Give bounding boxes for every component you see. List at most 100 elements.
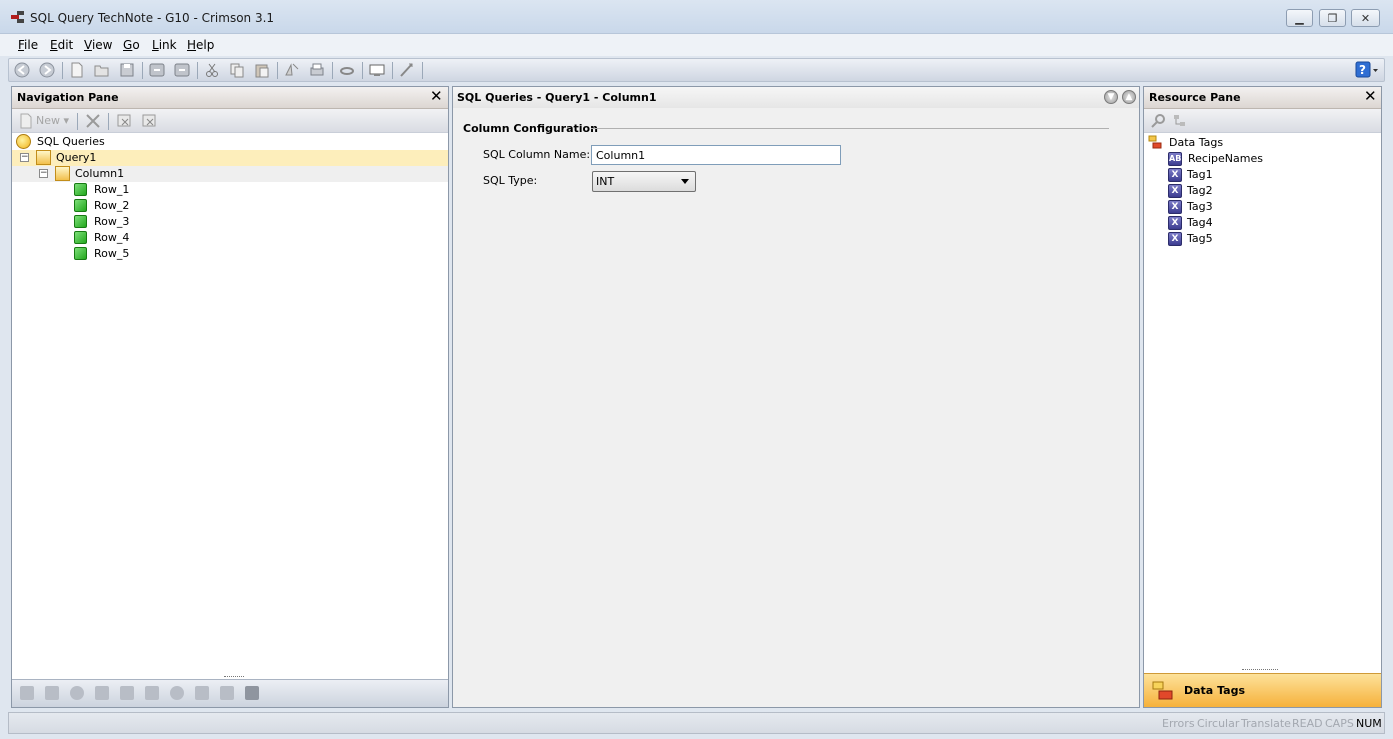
close-window-button[interactable]: ✕	[1351, 9, 1380, 27]
navigation-tree: SQL Queries − Query1 − Column1 Row_1 Row…	[12, 134, 448, 676]
tree-view-icon[interactable]	[1172, 113, 1188, 129]
splitter-grip[interactable]	[224, 676, 244, 679]
new-file-icon[interactable]	[68, 62, 86, 78]
restore-icon: ❐	[1327, 12, 1338, 25]
tree-item-tag[interactable]: X Tag4	[1144, 215, 1381, 231]
menu-help[interactable]: Help	[187, 38, 214, 52]
help-dropdown-icon[interactable]: ?	[1355, 61, 1379, 79]
control-icon[interactable]	[220, 686, 234, 700]
toolbar-separator	[422, 62, 423, 79]
new-item-icon	[20, 113, 32, 129]
toolbar-separator	[62, 62, 63, 79]
navigation-pane: Navigation Pane ✕ New ▾ SQL Queries − Qu…	[11, 86, 449, 708]
cut-icon[interactable]	[203, 62, 221, 78]
menu-link[interactable]: Link	[152, 38, 177, 52]
display-pages-icon[interactable]	[145, 686, 159, 700]
tree-item-row[interactable]: Row_2	[12, 198, 448, 214]
toolbar-separator	[197, 62, 198, 79]
security-icon[interactable]	[170, 686, 184, 700]
splitter-grip[interactable]	[1242, 669, 1278, 672]
tree-item-tag[interactable]: X Tag3	[1144, 199, 1381, 215]
tree-item-label: Row_3	[94, 215, 130, 228]
maximize-button[interactable]: ❐	[1319, 9, 1346, 27]
back-icon[interactable]	[13, 62, 31, 78]
web-server-icon[interactable]	[95, 686, 109, 700]
collapse-toggle-icon[interactable]: −	[20, 153, 29, 162]
tree-item-column1[interactable]: − Column1	[12, 166, 448, 182]
data-tags-icon[interactable]	[45, 686, 59, 700]
chevron-down-icon	[681, 179, 689, 184]
collapse-toggle-icon[interactable]: −	[39, 169, 48, 178]
data-tags-tab-icon	[1152, 681, 1173, 700]
previous-item-icon[interactable]: ▲	[1122, 90, 1136, 104]
copy-icon[interactable]	[228, 62, 246, 78]
tree-item-query1[interactable]: − Query1	[12, 150, 448, 166]
menu-go[interactable]: Go	[123, 38, 140, 52]
tree-item-label: SQL Queries	[37, 135, 105, 148]
find-icon[interactable]	[283, 62, 301, 78]
row-cube-icon	[74, 215, 87, 228]
undo-icon[interactable]	[148, 62, 166, 78]
tree-item-label: Tag3	[1187, 200, 1213, 213]
communications-icon[interactable]	[20, 686, 34, 700]
redo-icon[interactable]	[173, 62, 191, 78]
save-icon[interactable]	[118, 62, 136, 78]
tree-item-label: Row_5	[94, 247, 130, 260]
display-icon[interactable]	[368, 62, 386, 78]
column-icon	[55, 166, 70, 181]
tree-item-row[interactable]: Row_1	[12, 182, 448, 198]
tree-item-row[interactable]: Row_5	[12, 246, 448, 262]
tree-item-row[interactable]: Row_3	[12, 214, 448, 230]
tree-item-label: Row_2	[94, 199, 130, 212]
toolbar: ?	[8, 58, 1385, 82]
minimize-icon: ▁	[1295, 12, 1304, 25]
toolbar-separator	[277, 62, 278, 79]
tree-item-sql-queries[interactable]: SQL Queries	[12, 134, 448, 150]
tree-item-tag[interactable]: AB RecipeNames	[1144, 151, 1381, 167]
menu-bar: File Edit View Go Link Help	[0, 34, 1393, 56]
data-tags-folder-icon	[1148, 135, 1162, 149]
menu-go-mnemonic: G	[123, 38, 133, 52]
sql-sync-icon[interactable]	[195, 686, 209, 700]
row-cube-icon	[74, 231, 87, 244]
new-dropdown[interactable]: New ▾	[36, 114, 69, 127]
close-pane-icon[interactable]: ✕	[1364, 89, 1377, 104]
menu-file[interactable]: File	[18, 38, 38, 52]
print-icon[interactable]	[308, 62, 326, 78]
next-item-icon[interactable]: ▼	[1104, 90, 1118, 104]
programs-icon[interactable]	[70, 686, 84, 700]
menu-help-label: elp	[196, 38, 215, 52]
minimize-button[interactable]: ▁	[1286, 9, 1313, 27]
delete-icon[interactable]	[84, 112, 102, 130]
link-icon[interactable]	[338, 62, 356, 78]
navigation-category-bar	[12, 676, 448, 707]
menu-view[interactable]: View	[84, 38, 112, 52]
menu-edit[interactable]: Edit	[50, 38, 73, 52]
data-logger-icon[interactable]	[120, 686, 134, 700]
tree-item-tag[interactable]: X Tag5	[1144, 231, 1381, 247]
expand-all-icon[interactable]	[141, 113, 159, 129]
search-icon[interactable]	[1150, 113, 1166, 129]
editor-header: SQL Queries - Query1 - Column1 ▼ ▲	[453, 87, 1139, 108]
open-folder-icon[interactable]	[93, 62, 111, 78]
tree-item-label: Data Tags	[1169, 136, 1224, 149]
toolbar-separator	[142, 62, 143, 79]
tree-item-tag[interactable]: X Tag2	[1144, 183, 1381, 199]
tree-item-data-tags[interactable]: Data Tags	[1144, 135, 1381, 151]
menu-view-label: iew	[91, 38, 113, 52]
tree-item-row[interactable]: Row_4	[12, 230, 448, 246]
status-translate: Translate	[1241, 717, 1291, 730]
data-tags-tab-label: Data Tags	[1184, 684, 1245, 697]
column-name-field[interactable]	[591, 145, 841, 165]
close-pane-icon[interactable]: ✕	[430, 89, 443, 104]
resource-tree: Data Tags AB RecipeNames X Tag1 X Tag2 X…	[1144, 134, 1381, 672]
data-tags-tab[interactable]: Data Tags	[1144, 673, 1381, 707]
tree-item-tag[interactable]: X Tag1	[1144, 167, 1381, 183]
forward-icon[interactable]	[38, 62, 56, 78]
sql-type-select[interactable]: INT	[592, 171, 696, 192]
sql-queries-category-icon[interactable]	[245, 686, 259, 700]
editor-pane: SQL Queries - Query1 - Column1 ▼ ▲ Colum…	[452, 86, 1140, 708]
collapse-all-icon[interactable]	[116, 113, 134, 129]
send-icon[interactable]	[398, 62, 416, 78]
paste-icon[interactable]	[253, 62, 271, 78]
